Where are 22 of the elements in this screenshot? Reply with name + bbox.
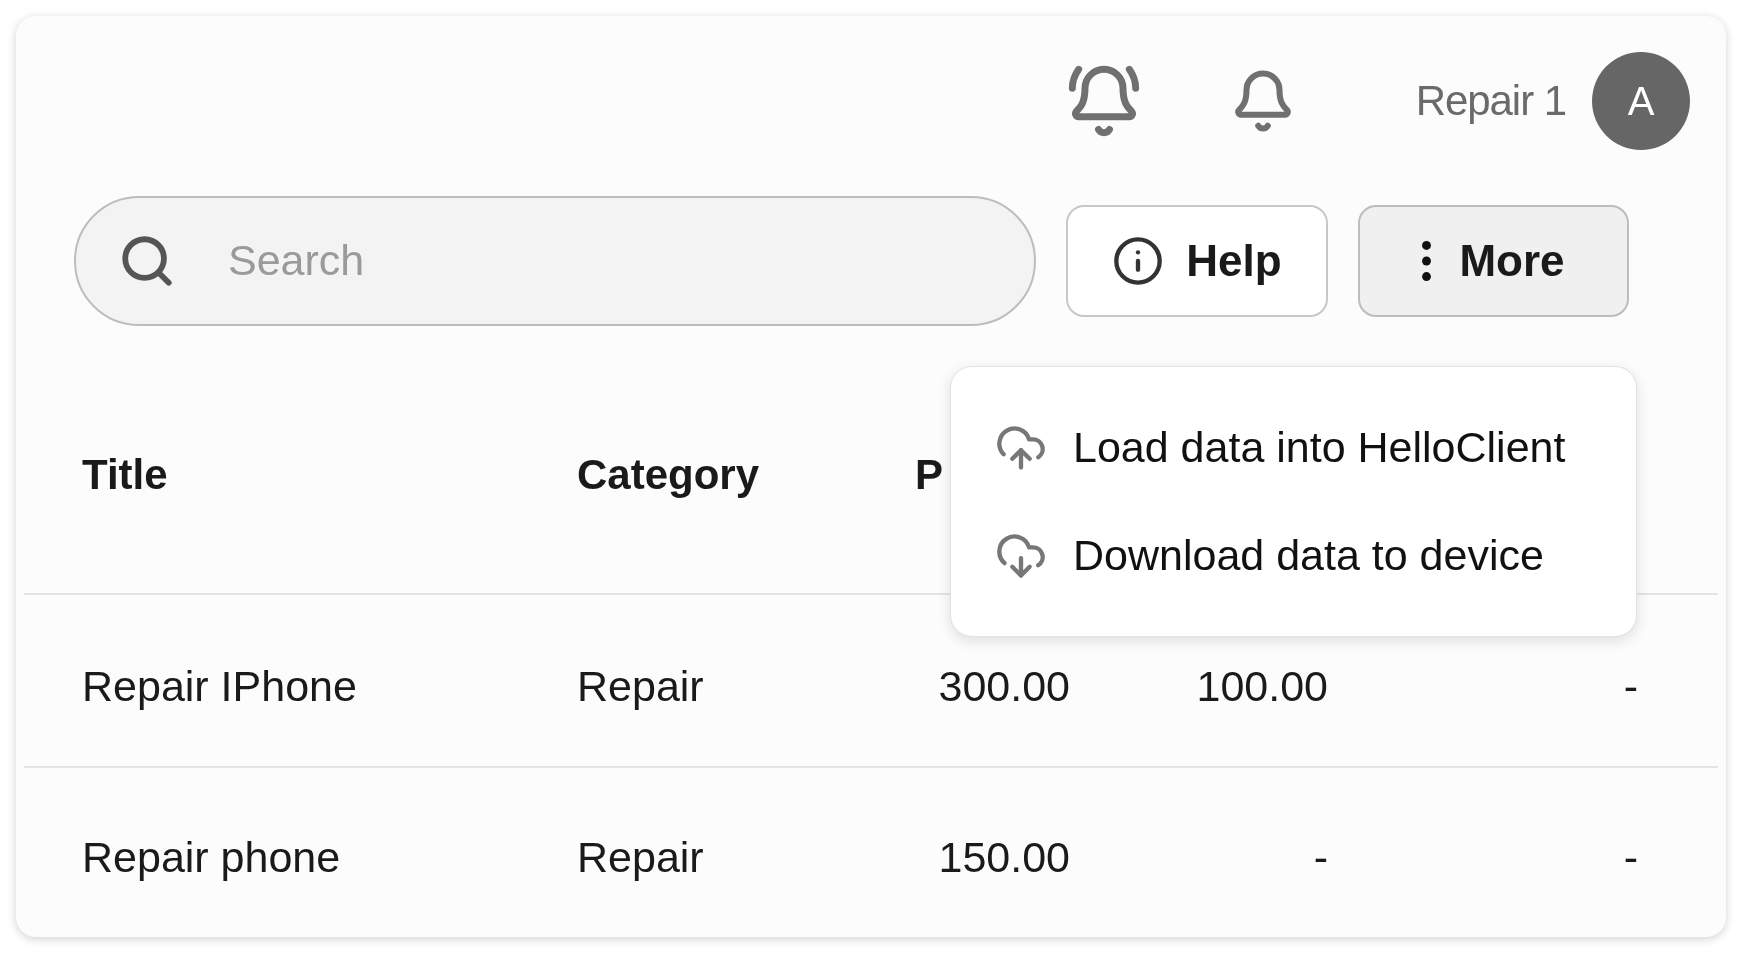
table-cell: - xyxy=(1623,661,1638,710)
table-cell: Repair xyxy=(577,833,704,882)
search-field[interactable]: Search xyxy=(74,195,1036,326)
column-header: P xyxy=(915,451,943,498)
table-cell: 300.00 xyxy=(938,661,1070,710)
table-cell: 150.00 xyxy=(938,833,1070,882)
column-header: Category xyxy=(577,451,760,498)
user-name: Repair 1 xyxy=(1415,76,1566,127)
info-icon xyxy=(1112,234,1165,287)
menu-item[interactable]: Download data to device xyxy=(995,512,1592,599)
table-cell: Repair IPhone xyxy=(82,661,357,710)
table-cell: Repair phone xyxy=(82,833,341,882)
table-cell: 100.00 xyxy=(1196,661,1328,710)
table-cell: - xyxy=(1313,833,1328,882)
user-avatar[interactable]: A xyxy=(1592,51,1690,150)
table-cell: - xyxy=(1623,833,1638,882)
more-button[interactable]: More xyxy=(1358,204,1629,317)
more-vertical-icon xyxy=(1422,240,1432,281)
help-button[interactable]: Help xyxy=(1066,204,1328,317)
column-header: Title xyxy=(82,451,168,498)
table-cell: Repair xyxy=(577,661,704,710)
menu-item[interactable]: Load data into HelloClient xyxy=(995,404,1592,491)
